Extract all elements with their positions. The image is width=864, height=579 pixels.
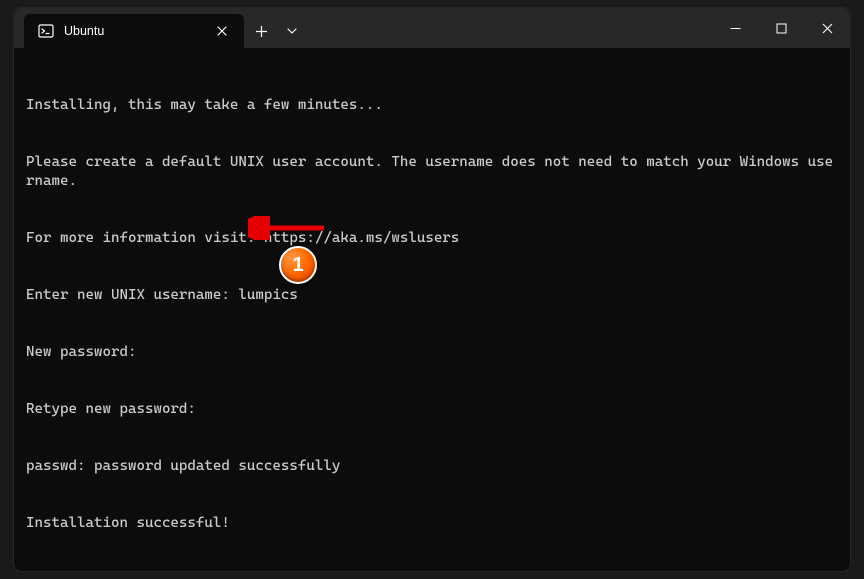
- terminal-line: Please create a default UNIX user accoun…: [26, 153, 838, 191]
- terminal-line: Enter new UNIX username: lumpics: [26, 286, 838, 305]
- maximize-button[interactable]: [758, 8, 804, 48]
- window-controls: [712, 8, 850, 48]
- new-tab-button[interactable]: [244, 14, 278, 48]
- tab-close-button[interactable]: [212, 21, 232, 41]
- window-close-button[interactable]: [804, 8, 850, 48]
- terminal-window: Ubuntu: [14, 8, 850, 571]
- terminal-line: Retype new password:: [26, 400, 838, 419]
- titlebar-drag-area[interactable]: [306, 8, 712, 48]
- tab-title: Ubuntu: [64, 24, 202, 38]
- tab-dropdown-button[interactable]: [278, 14, 306, 48]
- terminal-line: New password:: [26, 343, 838, 362]
- terminal-line: Installing, this may take a few minutes.…: [26, 96, 838, 115]
- terminal-icon: [38, 23, 54, 39]
- minimize-button[interactable]: [712, 8, 758, 48]
- terminal-line: For more information visit: https://aka.…: [26, 229, 838, 248]
- terminal-line: passwd: password updated successfully: [26, 457, 838, 476]
- titlebar: Ubuntu: [14, 8, 850, 48]
- terminal-line: Installation successful!: [26, 514, 838, 533]
- tab-ubuntu[interactable]: Ubuntu: [24, 14, 244, 48]
- terminal-content[interactable]: Installing, this may take a few minutes.…: [14, 48, 850, 571]
